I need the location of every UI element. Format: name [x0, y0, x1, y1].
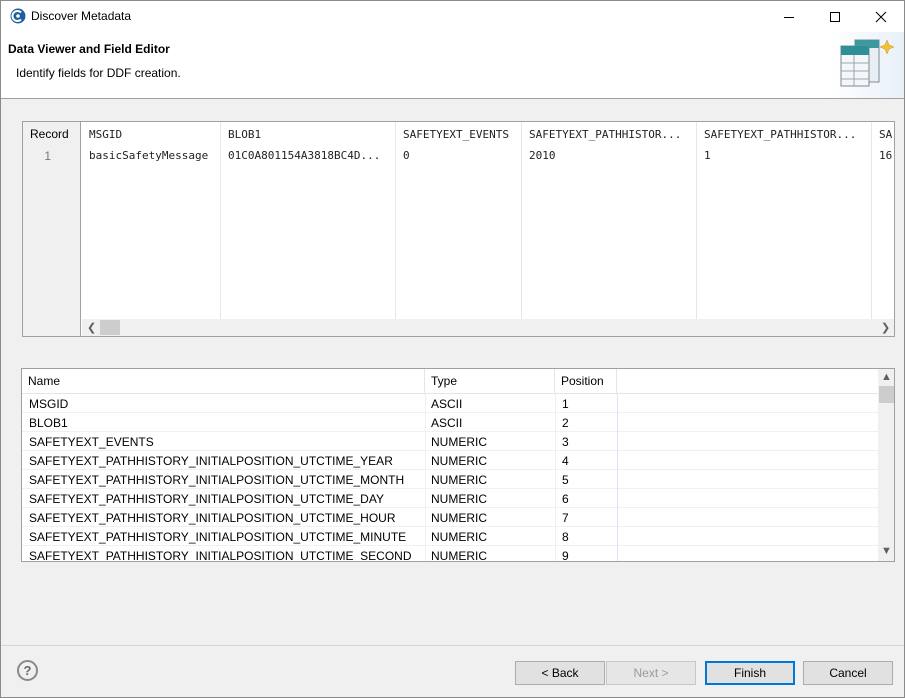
field-type-cell: NUMERIC — [431, 454, 487, 468]
field-name-cell: SAFETYEXT_PATHHISTORY_INITIALPOSITION_UT… — [29, 473, 405, 487]
field-type-cell: NUMERIC — [431, 549, 487, 562]
table-row[interactable]: SAFETYEXT_PATHHISTORY_INITIALPOSITION_UT… — [22, 546, 878, 562]
field-type-cell: NUMERIC — [431, 511, 487, 525]
column-divider — [425, 394, 426, 561]
field-position-cell: 5 — [562, 473, 569, 487]
column-header: SAFETYEXT_EVENTS — [403, 128, 509, 141]
record-column-safetyext-events: SAFETYEXT_EVENTS 0 — [396, 122, 522, 319]
cell-value: 0 — [403, 149, 410, 162]
minimize-icon — [784, 16, 794, 18]
record-number: 1 — [44, 149, 51, 163]
maximize-icon — [830, 11, 840, 22]
app-logo-icon — [10, 8, 26, 24]
field-name-cell: SAFETYEXT_EVENTS — [29, 435, 154, 449]
header-banner — [830, 32, 904, 98]
column-header-position[interactable]: Position — [555, 369, 617, 394]
record-column-blob1: BLOB1 01C0A801154A3818BC4D... — [221, 122, 396, 319]
cancel-button[interactable]: Cancel — [803, 661, 893, 685]
column-header-type[interactable]: Type — [425, 369, 555, 394]
scroll-right-icon[interactable]: ❯ — [881, 321, 890, 334]
dialog-window: Discover Metadata Data Viewer and Field … — [0, 0, 905, 698]
field-position-cell: 9 — [562, 549, 569, 562]
field-name-cell: SAFETYEXT_PATHHISTORY_INITIALPOSITION_UT… — [29, 511, 396, 525]
close-icon — [875, 11, 887, 22]
scrollbar-thumb[interactable] — [879, 386, 894, 403]
table-wizard-icon — [840, 39, 895, 87]
cell-value: basicSafetyMessage — [89, 149, 209, 162]
field-type-cell: NUMERIC — [431, 530, 487, 544]
cell-value: 16 — [879, 149, 893, 162]
column-divider — [555, 394, 556, 561]
column-header: SAFETYEXT_PATHHISTOR... — [704, 128, 857, 141]
table-row[interactable]: SAFETYEXT_PATHHISTORY_INITIALPOSITION_UT… — [22, 489, 878, 508]
cell-value: 2010 — [529, 149, 556, 162]
field-type-cell: ASCII — [431, 416, 463, 430]
cell-value: 1 — [704, 149, 711, 162]
record-column-pathhistory-2: SAFETYEXT_PATHHISTOR... 1 — [697, 122, 872, 319]
record-column-msgid: MSGID basicSafetyMessage — [82, 122, 221, 319]
page-title: Data Viewer and Field Editor — [8, 42, 170, 56]
field-position-cell: 4 — [562, 454, 569, 468]
column-header-name[interactable]: Name — [22, 369, 425, 394]
help-button[interactable]: ? — [17, 660, 38, 681]
column-header: BLOB1 — [228, 128, 262, 141]
vertical-scrollbar[interactable]: ▲ ▼ — [878, 369, 894, 561]
field-type-cell: NUMERIC — [431, 473, 487, 487]
field-name-cell: BLOB1 — [29, 416, 68, 430]
table-row[interactable]: SAFETYEXT_PATHHISTORY_INITIALPOSITION_UT… — [22, 527, 878, 546]
column-header: SAFETYEXT_PATHHISTOR... — [529, 128, 682, 141]
window-title: Discover Metadata — [31, 9, 132, 23]
field-position-cell: 8 — [562, 530, 569, 544]
finish-button[interactable]: Finish — [705, 661, 795, 685]
fields-table-header: Name Type Position — [22, 369, 878, 394]
column-header: MSGID — [89, 128, 123, 141]
page-description: Identify fields for DDF creation. — [16, 66, 181, 80]
next-button[interactable]: Next > — [606, 661, 696, 685]
minimize-button[interactable] — [766, 1, 812, 32]
scroll-left-icon[interactable]: ❮ — [87, 321, 96, 334]
scroll-down-icon[interactable]: ▼ — [881, 545, 892, 557]
field-type-cell: ASCII — [431, 397, 463, 411]
record-column: Record 1 — [23, 122, 81, 336]
column-divider — [617, 394, 618, 561]
field-name-cell: SAFETYEXT_PATHHISTORY_INITIALPOSITION_UT… — [29, 530, 407, 544]
table-row[interactable]: SAFETYEXT_PATHHISTORY_INITIALPOSITION_UT… — [22, 508, 878, 527]
wizard-header: Data Viewer and Field Editor Identify fi… — [1, 32, 904, 99]
field-type-cell: NUMERIC — [431, 435, 487, 449]
back-button[interactable]: < Back — [515, 661, 605, 685]
table-row[interactable]: SAFETYEXT_EVENTS NUMERIC 3 — [22, 432, 878, 451]
field-position-cell: 1 — [562, 397, 569, 411]
record-column-partial: SA 16 — [872, 122, 894, 319]
horizontal-scrollbar[interactable]: ❮ ❯ — [82, 319, 894, 336]
table-row[interactable]: SAFETYEXT_PATHHISTORY_INITIALPOSITION_UT… — [22, 470, 878, 489]
field-name-cell: MSGID — [29, 397, 69, 411]
column-header: SA — [879, 128, 893, 141]
scroll-up-icon[interactable]: ▲ — [881, 371, 892, 383]
record-viewer: Record 1 MSGID basicSafetyMessage BLOB1 … — [22, 121, 895, 337]
field-position-cell: 3 — [562, 435, 569, 449]
record-column-pathhistory-1: SAFETYEXT_PATHHISTOR... 2010 — [522, 122, 697, 319]
fields-table: Name Type Position MSGID ASCII 1 BLOB1 ASCII… — [21, 368, 895, 562]
close-button[interactable] — [858, 1, 904, 32]
field-name-cell: SAFETYEXT_PATHHISTORY_INITIALPOSITION_UT… — [29, 454, 393, 468]
footer-divider — [1, 645, 904, 646]
field-position-cell: 2 — [562, 416, 569, 430]
table-row[interactable]: SAFETYEXT_PATHHISTORY_INITIALPOSITION_UT… — [22, 451, 878, 470]
field-name-cell: SAFETYEXT_PATHHISTORY_INITIALPOSITION_UT… — [29, 492, 384, 506]
table-row[interactable]: MSGID ASCII 1 — [22, 394, 878, 413]
title-bar: Discover Metadata — [1, 1, 904, 32]
record-header: Record — [30, 127, 69, 141]
field-type-cell: NUMERIC — [431, 492, 487, 506]
field-name-cell: SAFETYEXT_PATHHISTORY_INITIALPOSITION_UT… — [29, 549, 412, 562]
field-position-cell: 7 — [562, 511, 569, 525]
scrollbar-thumb[interactable] — [100, 320, 120, 335]
table-row[interactable]: BLOB1 ASCII 2 — [22, 413, 878, 432]
maximize-button[interactable] — [812, 1, 858, 32]
field-position-cell: 6 — [562, 492, 569, 506]
cell-value: 01C0A801154A3818BC4D... — [228, 149, 381, 162]
